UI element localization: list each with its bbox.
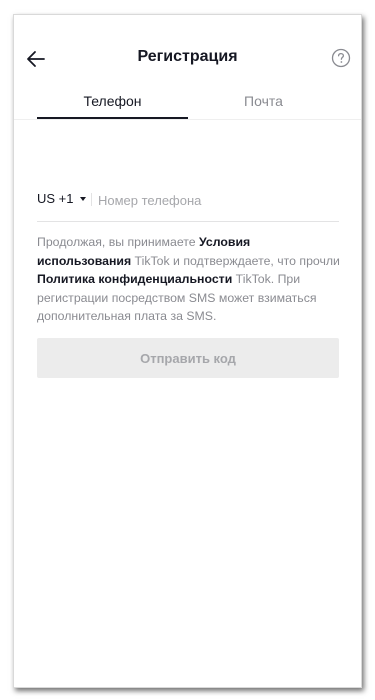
send-code-button[interactable]: Отправить код bbox=[37, 338, 339, 378]
terms-text-part1: Продолжая, вы принимаете bbox=[37, 235, 200, 249]
page-title: Регистрация bbox=[137, 48, 238, 65]
question-circle-icon bbox=[331, 48, 351, 68]
tab-email[interactable]: Почта bbox=[188, 93, 339, 109]
phone-field-row: US +1 bbox=[37, 187, 339, 222]
tab-bar: Телефон Почта bbox=[14, 85, 361, 120]
terms-text-part2: TikTok и подтверждаете, что прочли bbox=[131, 253, 340, 268]
field-divider bbox=[91, 193, 92, 206]
tab-phone[interactable]: Телефон bbox=[37, 93, 188, 109]
privacy-policy-link[interactable]: Политика конфиденциальности bbox=[37, 272, 232, 286]
phone-screen: Регистрация Телефон Почта US +1 Продолжа… bbox=[13, 14, 362, 688]
country-code-label: US +1 bbox=[37, 191, 74, 206]
country-code-selector[interactable]: US +1 bbox=[37, 191, 86, 206]
active-tab-indicator bbox=[37, 117, 188, 119]
help-button[interactable] bbox=[331, 48, 351, 68]
terms-text: Продолжая, вы принимаете Условия использ… bbox=[37, 233, 342, 326]
phone-number-input[interactable] bbox=[98, 187, 334, 213]
caret-down-icon bbox=[79, 196, 86, 201]
